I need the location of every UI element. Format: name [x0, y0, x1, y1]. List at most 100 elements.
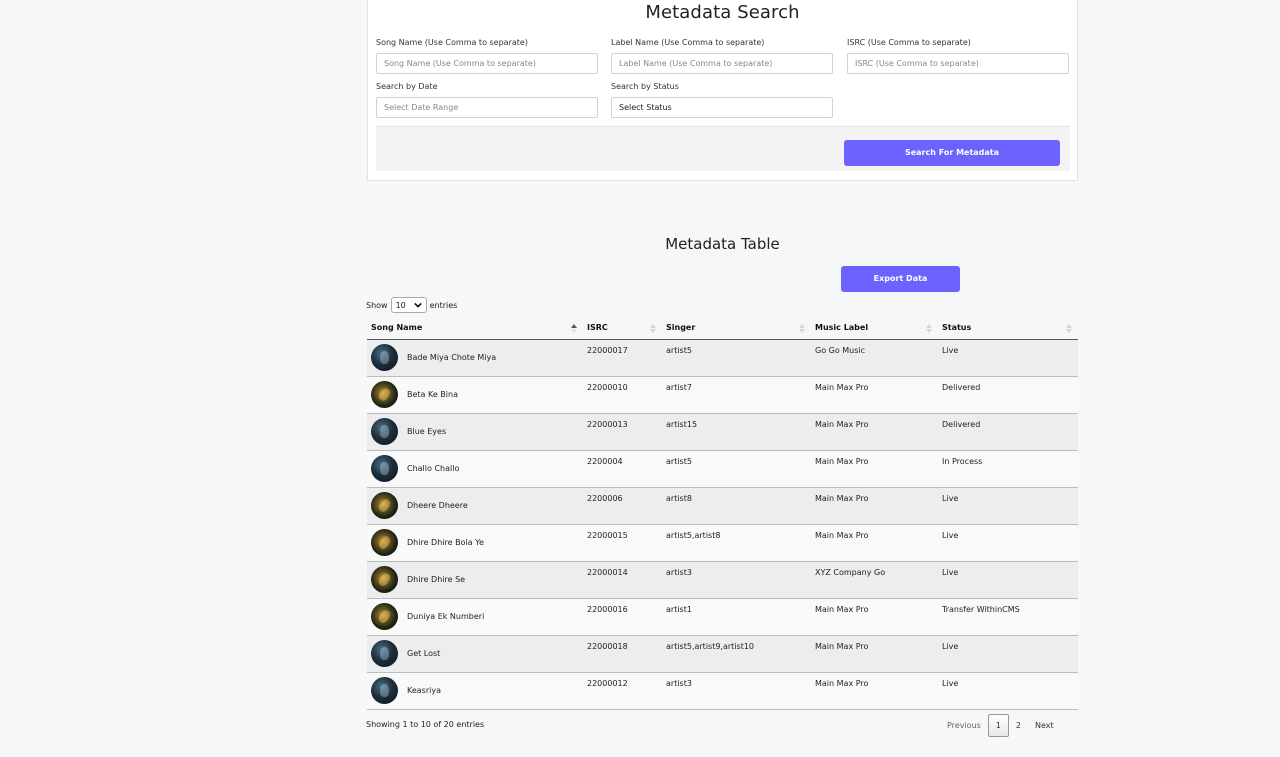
column-header-music-label[interactable]: Music Label — [811, 317, 938, 340]
song-artwork-icon — [371, 529, 398, 556]
cell-song-name: Bade Miya Chote Miya — [367, 339, 583, 377]
song-name: Keasriya — [407, 686, 441, 695]
cell-song-name: Dhire Dhire Se — [367, 561, 583, 599]
cell-isrc: 22000018 — [583, 635, 662, 673]
table-row[interactable]: Dhire Dhire Se 22000014 artist3 XYZ Company… — [367, 561, 1078, 599]
song-artwork-icon — [371, 492, 398, 519]
table-row[interactable]: Duniya Ek Numberi 22000016 artist1 Main Max… — [367, 598, 1078, 636]
date-range-input[interactable]: Select Date Range — [376, 97, 598, 118]
entries-value: 10 — [395, 300, 406, 310]
cell-singer: artist15 — [662, 413, 811, 451]
cell-music-label: Main Max Pro — [811, 598, 938, 636]
cell-music-label: Main Max Pro — [811, 487, 938, 525]
cell-singer: artist3 — [662, 672, 811, 710]
cell-song-name: Get Lost — [367, 635, 583, 673]
cell-status: Live — [938, 524, 1078, 562]
chevron-down-icon — [413, 302, 422, 308]
entries-select[interactable]: 10 — [390, 297, 427, 313]
table-info: Showing 1 to 10 of 20 entries — [366, 720, 485, 729]
search-footer: Search For Metadata — [376, 126, 1070, 171]
cell-isrc: 22000014 — [583, 561, 662, 599]
cell-singer: artist5 — [662, 450, 811, 488]
cell-isrc: 2200006 — [583, 487, 662, 525]
previous-page-button[interactable]: Previous — [940, 715, 988, 736]
entries-label: entries — [429, 300, 458, 310]
song-name: Bade Miya Chote Miya — [407, 353, 497, 362]
song-artwork-icon — [371, 566, 398, 593]
sort-icon — [926, 324, 932, 333]
cell-music-label: Go Go Music — [811, 339, 938, 377]
cell-isrc: 22000013 — [583, 413, 662, 451]
cell-isrc: 22000016 — [583, 598, 662, 636]
song-artwork-icon — [371, 677, 398, 704]
song-name: Dhire Dhire Se — [407, 575, 466, 584]
table-row[interactable]: Beta Ke Bina 22000010 artist7 Main Max Pro D… — [367, 376, 1078, 414]
cell-status: Live — [938, 672, 1078, 710]
column-header-singer[interactable]: Singer — [662, 317, 811, 340]
song-name: Blue Eyes — [407, 427, 447, 436]
metadata-table: Song Name ISRC Singer Music Label Status… — [367, 317, 1078, 710]
song-name: Beta Ke Bina — [407, 390, 458, 399]
cell-singer: artist1 — [662, 598, 811, 636]
song-artwork-icon — [371, 640, 398, 667]
cell-music-label: Main Max Pro — [811, 376, 938, 414]
isrc-input[interactable]: ISRC (Use Comma to separate) — [847, 53, 1069, 74]
column-header-song-name[interactable]: Song Name — [367, 317, 583, 340]
next-page-button[interactable]: Next — [1028, 715, 1061, 736]
page-2-button[interactable]: 2 — [1009, 715, 1028, 736]
cell-status: Live — [938, 487, 1078, 525]
cell-singer: artist8 — [662, 487, 811, 525]
cell-song-name: Beta Ke Bina — [367, 376, 583, 414]
cell-music-label: Main Max Pro — [811, 413, 938, 451]
table-header-row: Song Name ISRC Singer Music Label Status — [367, 317, 1078, 340]
song-artwork-icon — [371, 381, 398, 408]
table-row[interactable]: Dhire Dhire Bola Ye 22000015 artist5,artis… — [367, 524, 1078, 562]
cell-music-label: Main Max Pro — [811, 672, 938, 710]
cell-song-name: Challo Challo — [367, 450, 583, 488]
sort-icon — [799, 324, 805, 333]
cell-status: Live — [938, 635, 1078, 673]
search-for-metadata-button[interactable]: Search For Metadata — [844, 140, 1060, 166]
export-data-button[interactable]: Export Data — [841, 266, 960, 292]
column-header-status[interactable]: Status — [938, 317, 1078, 340]
cell-music-label: Main Max Pro — [811, 635, 938, 673]
status-select[interactable]: Select Status — [611, 97, 833, 118]
cell-isrc: 22000015 — [583, 524, 662, 562]
cell-isrc: 22000012 — [583, 672, 662, 710]
table-row[interactable]: Challo Challo 2200004 artist5 Main Max Pro I… — [367, 450, 1078, 488]
song-name: Challo Challo — [407, 464, 460, 473]
cell-singer: artist7 — [662, 376, 811, 414]
table-row[interactable]: Get Lost 22000018 artist5,artist9,artist10… — [367, 635, 1078, 673]
column-header-isrc[interactable]: ISRC — [583, 317, 662, 340]
cell-status: In Process — [938, 450, 1078, 488]
cell-isrc: 2200004 — [583, 450, 662, 488]
cell-song-name: Keasriya — [367, 672, 583, 710]
song-name: Dhire Dhire Bola Ye — [407, 538, 484, 547]
cell-isrc: 22000017 — [583, 339, 662, 377]
table-row[interactable]: Bade Miya Chote Miya 22000017 artist5 Go Go… — [367, 339, 1078, 377]
label-name-input[interactable]: Label Name (Use Comma to separate) — [611, 53, 833, 74]
isrc-label: ISRC (Use Comma to separate) — [847, 38, 971, 47]
cell-music-label: Main Max Pro — [811, 524, 938, 562]
song-name: Get Lost — [407, 649, 441, 658]
table-row[interactable]: Blue Eyes 22000013 artist15 Main Max Pro Del… — [367, 413, 1078, 451]
show-label: Show — [366, 300, 388, 310]
cell-singer: artist5 — [662, 339, 811, 377]
cell-status: Live — [938, 339, 1078, 377]
cell-music-label: Main Max Pro — [811, 450, 938, 488]
cell-singer: artist3 — [662, 561, 811, 599]
cell-status: Transfer WithinCMS — [938, 598, 1078, 636]
table-row[interactable]: Keasriya 22000012 artist3 Main Max Pro Live — [367, 672, 1078, 710]
cell-singer: artist5,artist9,artist10 — [662, 635, 811, 673]
page-1-button[interactable]: 1 — [987, 714, 1009, 737]
label-name-label: Label Name (Use Comma to separate) — [611, 38, 765, 47]
metadata-search-panel: Metadata Search Song Name (Use Comma to … — [367, 0, 1078, 181]
song-artwork-icon — [371, 344, 398, 371]
song-name: Dheere Dheere — [407, 501, 468, 510]
cell-music-label: XYZ Company Go — [811, 561, 938, 599]
sort-asc-icon — [571, 324, 577, 333]
status-label: Search by Status — [611, 82, 679, 91]
table-row[interactable]: Dheere Dheere 2200006 artist8 Main Max Pro L… — [367, 487, 1078, 525]
cell-song-name: Dheere Dheere — [367, 487, 583, 525]
song-name-input[interactable]: Song Name (Use Comma to separate) — [376, 53, 598, 74]
